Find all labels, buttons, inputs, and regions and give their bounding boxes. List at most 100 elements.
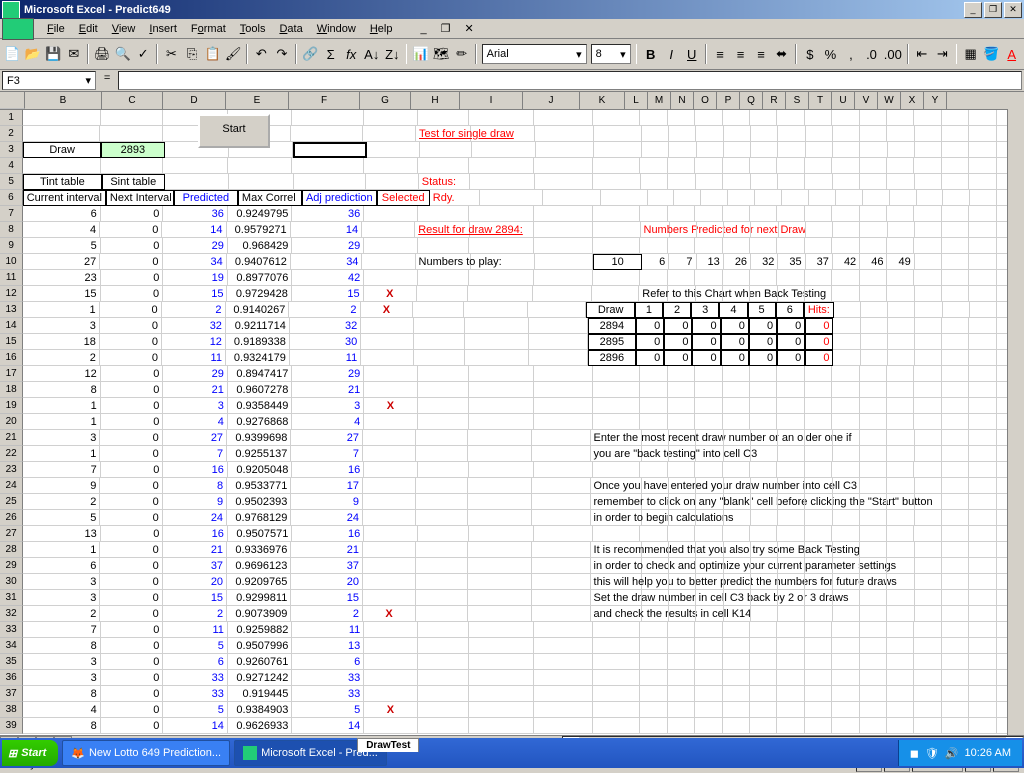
cell-R21[interactable] (805, 430, 832, 446)
cell-F7[interactable]: 36 (292, 206, 364, 222)
row-header-39[interactable]: 39 (0, 718, 23, 734)
row-header-30[interactable]: 30 (0, 574, 23, 590)
cell-Q1[interactable] (777, 110, 804, 126)
row-header-35[interactable]: 35 (0, 654, 23, 670)
restore-button[interactable]: ❐ (984, 2, 1002, 18)
cell-D32[interactable]: 2 (163, 606, 227, 622)
cell-N25[interactable] (696, 494, 723, 510)
cell-I4[interactable] (469, 158, 534, 174)
cell-R32[interactable] (805, 606, 832, 622)
dec-decimal-icon[interactable]: .00 (883, 42, 903, 66)
cell-U9[interactable] (887, 238, 914, 254)
cell-W11[interactable] (942, 270, 969, 286)
cell-S22[interactable] (833, 446, 860, 462)
cell-F34[interactable]: 13 (292, 638, 364, 654)
row-header-16[interactable]: 16 (0, 350, 23, 366)
tray-icon[interactable]: 🛡 (925, 747, 939, 760)
cell-R8[interactable] (806, 222, 833, 238)
cell-E31[interactable]: 0.9299811 (227, 590, 291, 606)
cell-Q6[interactable] (782, 190, 809, 206)
cell-B18[interactable]: 8 (23, 382, 100, 398)
cell-U11[interactable] (887, 270, 914, 286)
cell-X13[interactable] (970, 302, 997, 318)
cell-F32[interactable]: 2 (291, 606, 363, 622)
cell-U15[interactable] (888, 334, 915, 350)
cell-Q16[interactable]: 0 (777, 350, 805, 366)
cell-R36[interactable] (805, 670, 832, 686)
cell-H18[interactable] (418, 382, 470, 398)
row-header-26[interactable]: 26 (0, 510, 23, 526)
col-header-J[interactable]: J (523, 92, 580, 109)
cell-O9[interactable] (723, 238, 750, 254)
cell-L33[interactable] (640, 622, 667, 638)
cell-B17[interactable]: 12 (23, 366, 100, 382)
col-header-L[interactable]: L (625, 92, 648, 109)
cell-U2[interactable] (887, 126, 914, 142)
cell-M20[interactable] (668, 414, 695, 430)
cell-J27[interactable] (534, 526, 593, 542)
cell-X9[interactable] (969, 238, 996, 254)
cell-W38[interactable] (942, 702, 969, 718)
cell-L24[interactable] (642, 478, 669, 494)
cell-Q13[interactable]: 6 (776, 302, 804, 318)
cell-V9[interactable] (914, 238, 941, 254)
row-header-1[interactable]: 1 (0, 110, 23, 126)
cell-R20[interactable] (805, 414, 832, 430)
cell-G6[interactable]: Selected (377, 190, 430, 206)
cell-M34[interactable] (668, 638, 695, 654)
cell-P12[interactable] (750, 286, 777, 302)
cell-L31[interactable] (642, 590, 669, 606)
cell-B13[interactable]: 1 (23, 302, 100, 318)
cell-U3[interactable] (888, 142, 915, 158)
cell-C24[interactable]: 0 (100, 478, 162, 494)
cell-N22[interactable] (696, 446, 723, 462)
cell-C10[interactable]: 0 (100, 254, 162, 270)
cell-Q33[interactable] (777, 622, 804, 638)
cell-X3[interactable] (969, 142, 996, 158)
cell-L8[interactable]: Numbers Predicted for next Draw (641, 222, 670, 238)
cell-C2[interactable] (100, 126, 162, 142)
cell-V30[interactable] (915, 574, 942, 590)
font-size-selector[interactable]: 8▾ (591, 44, 631, 64)
cell-H5[interactable]: Status: (419, 174, 470, 190)
cell-K12[interactable] (592, 286, 640, 302)
cell-M8[interactable] (670, 222, 697, 238)
cell-J19[interactable] (534, 398, 593, 414)
cell-Q26[interactable] (778, 510, 805, 526)
cell-F38[interactable]: 5 (292, 702, 364, 718)
cell-S39[interactable] (832, 718, 859, 734)
merge-icon[interactable]: ⬌ (772, 42, 791, 66)
cell-X20[interactable] (969, 414, 996, 430)
cell-S27[interactable] (832, 526, 859, 542)
cell-X7[interactable] (969, 206, 996, 222)
cell-W20[interactable] (942, 414, 969, 430)
cell-G8[interactable] (362, 222, 415, 238)
cell-D23[interactable]: 16 (163, 462, 228, 478)
cell-K9[interactable] (593, 238, 641, 254)
cell-X25[interactable] (969, 494, 996, 510)
cell-G21[interactable] (363, 430, 416, 446)
cell-D10[interactable]: 34 (163, 254, 227, 270)
cell-M27[interactable] (668, 526, 695, 542)
cell-V23[interactable] (914, 462, 941, 478)
row-header-11[interactable]: 11 (0, 270, 23, 286)
cell-N29[interactable] (696, 558, 723, 574)
cell-W17[interactable] (942, 366, 969, 382)
cell-W34[interactable] (942, 638, 969, 654)
row-header-8[interactable]: 8 (0, 222, 23, 238)
cell-F30[interactable]: 20 (291, 574, 363, 590)
cell-N2[interactable] (696, 126, 723, 142)
cell-H31[interactable] (416, 590, 467, 606)
cell-S10[interactable]: 42 (833, 254, 860, 270)
cell-W28[interactable] (942, 542, 969, 558)
fill-color-icon[interactable]: 🪣 (982, 42, 1001, 66)
undo-icon[interactable]: ↶ (252, 42, 271, 66)
cell-N6[interactable] (701, 190, 728, 206)
cell-V17[interactable] (914, 366, 941, 382)
cell-K16[interactable]: 2896 (588, 350, 636, 366)
print-icon[interactable]: 🖨 (93, 42, 112, 66)
cell-L37[interactable] (640, 686, 667, 702)
cell-X39[interactable] (969, 718, 996, 734)
cell-N35[interactable] (695, 654, 722, 670)
cell-V3[interactable] (915, 142, 942, 158)
